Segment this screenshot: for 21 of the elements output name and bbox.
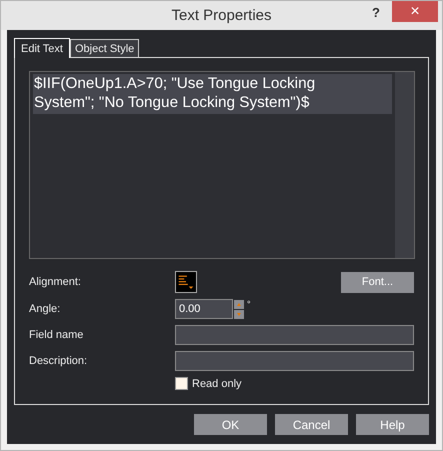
description-field[interactable] — [175, 351, 414, 371]
field-name-label: Field name — [29, 329, 84, 341]
text-editor[interactable]: $IIF(OneUp1.A>70; "Use Tongue Locking System"; "No Tongue Locking System")$ — [29, 71, 415, 259]
read-only-label: Read only — [192, 378, 242, 390]
spin-up-icon[interactable] — [234, 300, 244, 308]
spin-down-icon[interactable] — [234, 310, 244, 318]
formula-text: $IIF(OneUp1.A>70; "Use Tongue Locking System"; "No Tongue Locking System")$ — [33, 74, 392, 114]
degree-sign: ° — [247, 299, 251, 309]
window-title: Text Properties — [171, 7, 272, 24]
tab[interactable]: Edit Text — [14, 38, 70, 58]
angle-label: Angle: — [29, 303, 62, 315]
alignment-label: Alignment: — [29, 276, 82, 288]
read-only-checkbox[interactable] — [175, 377, 188, 390]
field-name-field[interactable] — [175, 325, 414, 345]
angle-field[interactable]: 0.00 — [175, 299, 233, 319]
tab[interactable]: Object Style — [70, 39, 140, 57]
description-label: Description: — [29, 355, 88, 367]
align-left-icon[interactable] — [175, 271, 197, 293]
close-button[interactable]: × — [392, 1, 438, 22]
scrollbar[interactable] — [395, 72, 414, 258]
help-icon[interactable]: ? — [372, 5, 380, 20]
